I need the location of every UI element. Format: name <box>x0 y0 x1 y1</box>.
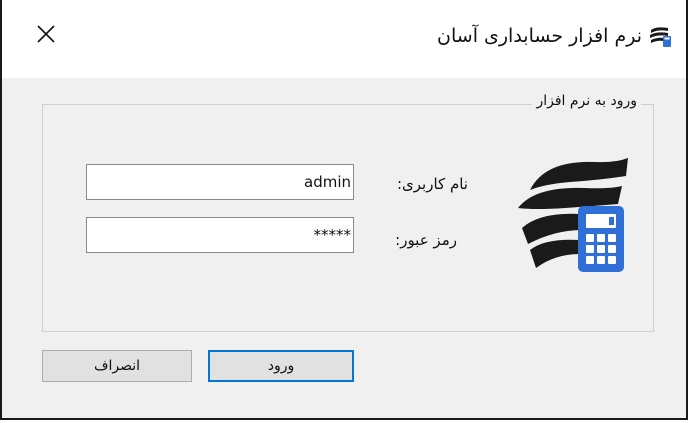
title-area: نرم افزار حسابداری آسان <box>437 22 672 50</box>
login-button[interactable]: ورود <box>208 350 354 382</box>
cancel-button[interactable]: انصراف <box>42 350 192 382</box>
login-window: نرم افزار حسابداری آسان ورود به نرم افزا… <box>0 0 688 420</box>
group-title: ورود به نرم افزار <box>532 93 641 109</box>
close-icon <box>37 25 55 43</box>
password-label: رمز عبور: <box>395 231 457 249</box>
accounting-calculator-logo-icon <box>518 158 628 272</box>
window-title: نرم افزار حسابداری آسان <box>437 25 642 47</box>
app-logo-icon <box>650 27 671 47</box>
close-button[interactable] <box>34 22 58 46</box>
username-input[interactable] <box>86 164 354 200</box>
username-label: نام کاربری: <box>396 175 468 193</box>
title-bar: نرم افزار حسابداری آسان <box>2 0 686 78</box>
password-input[interactable] <box>86 217 354 253</box>
